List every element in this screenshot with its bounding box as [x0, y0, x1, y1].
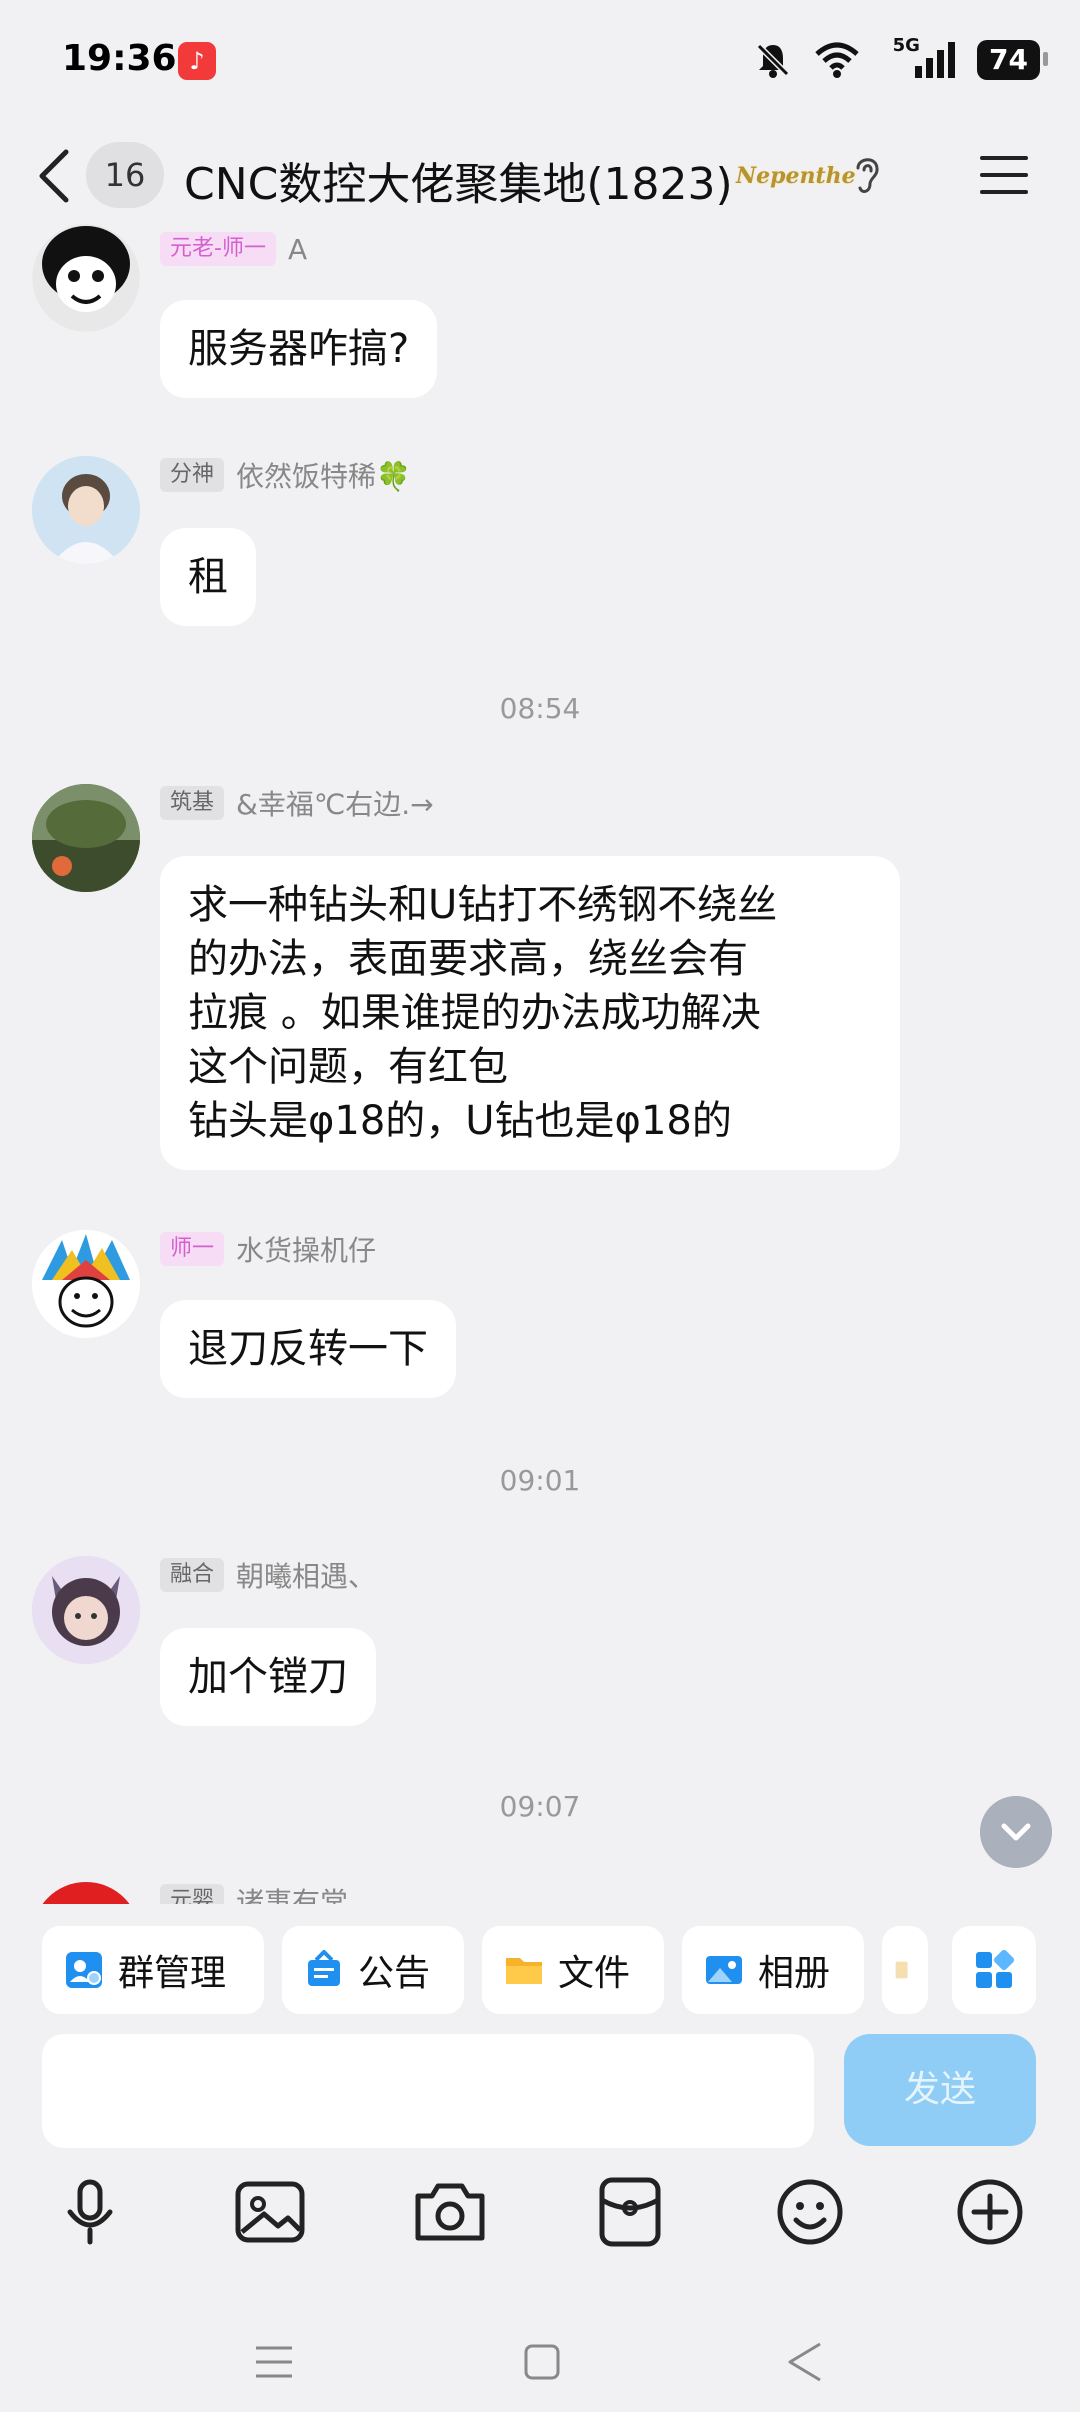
quick-action-label: 群管理 — [118, 1953, 227, 1994]
announcement-icon — [308, 1950, 340, 1986]
group-manage-icon — [66, 1952, 102, 1988]
album-button[interactable]: 相册 — [682, 1926, 864, 2014]
network-type: 5G — [892, 34, 920, 56]
quick-action-label: 相册 — [758, 1953, 831, 1994]
recent-apps-icon[interactable] — [252, 2340, 296, 2384]
member-tag: 筑基 — [160, 786, 225, 820]
announcement-button[interactable]: 公告 — [282, 1926, 464, 2014]
music-app-icon: ♪ — [178, 42, 216, 80]
member-tag: 融合 — [160, 1558, 225, 1592]
message-bubble[interactable]: 租 — [160, 528, 256, 626]
microphone-icon[interactable] — [50, 2172, 130, 2252]
emoji-icon[interactable] — [770, 2172, 850, 2252]
apps-button[interactable] — [952, 1926, 1036, 2014]
message-text-line: 求一种钻头和U钻打不绣钢不绕丝 — [188, 882, 778, 928]
menu-icon[interactable] — [978, 150, 1030, 200]
mute-bell-icon — [756, 43, 789, 78]
camera-icon[interactable] — [410, 2172, 490, 2252]
input-toolbar — [0, 2172, 1080, 2262]
sender-name[interactable]: 依然饭特稀🍀 — [236, 455, 411, 495]
scroll-to-bottom-button[interactable] — [980, 1796, 1052, 1868]
message-meta: 融合 朝曦相遇、 — [160, 1555, 376, 1595]
message-text-line: 拉痕 。如果谁提的办法成功解决 — [188, 990, 761, 1036]
back-nav-icon[interactable] — [784, 2340, 828, 2384]
status-bar: 19:36 ♪ 5G 74 — [0, 0, 1080, 120]
album-icon — [706, 1956, 742, 1984]
time-divider: 08:54 — [499, 692, 581, 725]
member-tag: 分神 — [160, 458, 225, 492]
message-text-line: 钻头是φ18的，U钻也是φ18的 — [188, 1098, 732, 1144]
avatar[interactable] — [32, 224, 140, 332]
image-icon[interactable] — [230, 2172, 310, 2252]
chat-header: 16 CNC数控大佬聚集地(1823) Nepenthe — [0, 128, 1080, 224]
unread-count-badge[interactable]: 16 — [86, 142, 164, 208]
document-icon — [895, 1961, 908, 1979]
message-bubble[interactable]: 退刀反转一下 — [160, 1300, 456, 1398]
folder-icon — [506, 1958, 542, 1984]
back-arrow-icon[interactable] — [34, 148, 74, 204]
message-text-line: 的办法，表面要求高，绕丝会有 — [188, 936, 748, 982]
more-action-chip[interactable] — [882, 1926, 928, 2014]
home-icon[interactable] — [522, 2342, 562, 2382]
files-button[interactable]: 文件 — [482, 1926, 664, 2014]
message-meta: 元老-师一 A — [160, 232, 307, 266]
battery-indicator: 74 — [977, 40, 1048, 80]
message-text: 服务器咋搞? — [188, 326, 410, 372]
time-divider: 09:01 — [499, 1464, 581, 1497]
quick-action-label: 公告 — [358, 1953, 431, 1994]
message-bubble[interactable]: 求一种钻头和U钻打不绣钢不绕丝 的办法，表面要求高，绕丝会有 拉痕 。如果谁提的… — [160, 856, 900, 1170]
time-divider: 09:07 — [499, 1790, 581, 1823]
quick-action-bar: 群管理 公告 文件 相册 — [0, 1926, 1080, 2014]
message-bubble[interactable]: 服务器咋搞? — [160, 300, 438, 398]
red-packet-icon[interactable] — [590, 2172, 670, 2252]
avatar[interactable] — [32, 456, 140, 564]
message-bubble[interactable]: 加个镗刀 — [160, 1628, 376, 1726]
status-icons: 5G 74 — [753, 35, 1048, 84]
sender-name[interactable]: &幸福℃右边.→ — [236, 783, 434, 823]
group-manage-button[interactable]: 群管理 — [42, 1926, 264, 2014]
wifi-icon — [814, 42, 859, 78]
system-nav-bar — [0, 2300, 1080, 2412]
message-meta: 师一 水货操机仔 — [160, 1229, 376, 1269]
status-time: 19:36 — [62, 38, 177, 79]
message-input[interactable] — [42, 2034, 814, 2148]
send-button[interactable]: 发送 — [844, 2034, 1036, 2146]
member-tag: 师一 — [160, 1232, 225, 1266]
avatar[interactable] — [32, 1230, 140, 1338]
message-meta: 筑基 &幸福℃右边.→ — [160, 783, 434, 823]
sender-name[interactable]: A — [288, 233, 307, 266]
message-meta: 分神 依然饭特稀🍀 — [160, 455, 411, 495]
nepenthe-badge[interactable]: Nepenthe — [736, 156, 856, 196]
message-text: 退刀反转一下 — [188, 1326, 428, 1372]
apps-grid-icon — [976, 1950, 1014, 1988]
sender-name[interactable]: 水货操机仔 — [236, 1229, 376, 1269]
plus-icon[interactable] — [950, 2172, 1030, 2252]
group-title[interactable]: CNC数控大佬聚集地(1823) — [184, 148, 733, 212]
message-text-line: 这个问题，有红包 — [188, 1044, 508, 1090]
quick-action-label: 文件 — [558, 1953, 631, 1994]
member-tag: 元老-师一 — [160, 232, 276, 266]
signal-5g-icon: 5G — [881, 35, 957, 80]
message-text: 加个镗刀 — [188, 1654, 348, 1700]
sender-name[interactable]: 朝曦相遇、 — [236, 1555, 376, 1595]
message-text: 租 — [188, 554, 228, 600]
avatar[interactable] — [32, 784, 140, 892]
ear-icon[interactable] — [850, 152, 884, 198]
avatar[interactable] — [32, 1556, 140, 1664]
